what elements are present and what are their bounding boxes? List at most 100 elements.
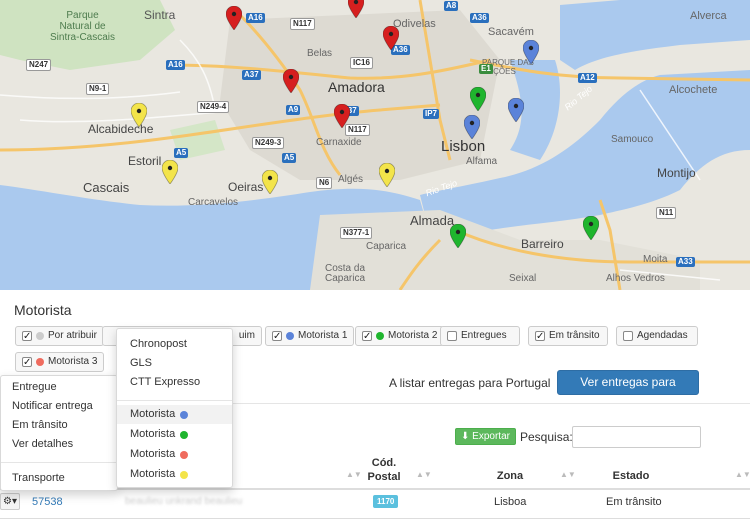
filter-motorista-3[interactable]: Motorista 3	[15, 352, 105, 372]
blue-map-pin-icon[interactable]	[464, 115, 480, 139]
filter-label: Por atribuir	[48, 330, 97, 341]
customer-name-blurred: beaulieu unkrand beaulieu	[125, 496, 243, 507]
filter-label: Motorista 3	[48, 356, 98, 367]
driver-label: Motorista	[130, 428, 176, 440]
export-button[interactable]: ⬇ Exportar	[455, 428, 516, 445]
submenu-item-chronopost[interactable]: Chronopost	[117, 335, 232, 354]
road-shield-n11: N11	[656, 207, 677, 219]
ver-espanha-button[interactable]: Ver entregas para Espanha	[557, 370, 699, 412]
filter-agendadas[interactable]: Agendadas	[616, 326, 698, 346]
green-map-pin-icon[interactable]	[450, 224, 466, 248]
menu-divider	[1, 462, 117, 463]
map-label-alcochete: Alcochete	[669, 84, 718, 96]
red-dot-icon	[180, 450, 189, 459]
yellow-map-pin-icon[interactable]	[162, 160, 178, 184]
map-label-lisbon: Lisbon	[441, 138, 486, 155]
sort-icon[interactable]: ▲▼	[735, 470, 750, 479]
map-label-amadora: Amadora	[328, 79, 385, 95]
checkbox[interactable]	[22, 354, 32, 372]
red-dot-icon	[36, 358, 44, 366]
filter-label: Motorista 1	[298, 330, 348, 341]
map-label-oeiras: Oeiras	[228, 180, 264, 194]
menu-divider	[117, 400, 232, 401]
menu-item-transporte[interactable]: Transporte	[1, 469, 117, 488]
map-label-belas: Belas	[307, 48, 333, 59]
column-header-zona[interactable]: Zona	[480, 470, 540, 482]
submenu-item-gls[interactable]: GLS	[117, 354, 232, 373]
filter-motorista-1[interactable]: Motorista 1	[265, 326, 355, 346]
road-shield-a8: A8	[444, 1, 459, 11]
blue-map-pin-icon[interactable]	[523, 40, 539, 64]
submenu-item-ctt[interactable]: CTT Expresso	[117, 373, 232, 392]
zona-cell: Lisboa	[494, 496, 527, 508]
green-map-pin-icon[interactable]	[583, 216, 599, 240]
delivery-id-link[interactable]: 57538	[32, 496, 63, 508]
map-label-montijo: Montijo	[657, 166, 696, 180]
map-label-sintra: Sintra	[144, 8, 176, 22]
red-map-pin-icon[interactable]	[334, 104, 350, 128]
road-shield-n117: N117	[290, 18, 315, 30]
green-dot-icon	[376, 332, 384, 340]
menu-item-ver-detalhes[interactable]: Ver detalhes	[1, 435, 117, 454]
red-map-pin-icon[interactable]	[226, 6, 242, 30]
map-label-sacavem: Sacavém	[488, 26, 534, 38]
row-actions-button[interactable]: ⚙▾	[0, 493, 20, 510]
filter-label: Motorista 2	[388, 330, 438, 341]
checkbox[interactable]	[362, 328, 372, 346]
green-map-pin-icon[interactable]	[470, 87, 486, 111]
red-map-pin-icon[interactable]	[383, 26, 399, 50]
filter-por-atribuir[interactable]: Por atribuir	[15, 326, 104, 346]
panel-title: Motorista	[14, 302, 72, 318]
blue-dot-icon	[180, 410, 189, 419]
road-shield-n6: N6	[316, 177, 333, 189]
grey-dot-icon	[36, 332, 44, 340]
column-header-cod-postal[interactable]: Cód. Postal	[360, 456, 408, 484]
yellow-dot-icon	[180, 470, 189, 479]
filter-label: uim	[238, 330, 255, 341]
blue-map-pin-icon[interactable]	[508, 98, 524, 122]
map-label-almada: Almada	[410, 213, 455, 228]
yellow-map-pin-icon[interactable]	[379, 163, 395, 187]
red-map-pin-icon[interactable]	[348, 0, 364, 18]
filter-em-transito[interactable]: Em trânsito	[528, 326, 608, 346]
menu-item-entregue[interactable]: Entregue	[1, 378, 117, 397]
filter-entregues[interactable]: Entregues	[440, 326, 520, 346]
red-map-pin-icon[interactable]	[283, 69, 299, 93]
sort-icon[interactable]: ▲▼	[346, 470, 362, 479]
yellow-map-pin-icon[interactable]	[262, 170, 278, 194]
map-label-estoril: Estoril	[128, 154, 162, 168]
download-icon: ⬇	[461, 431, 470, 442]
submenu-item-motorista-yellow[interactable]: Motorista	[117, 465, 232, 484]
filter-motorista-2[interactable]: Motorista 2	[355, 326, 445, 346]
checkbox[interactable]	[22, 328, 32, 346]
checkbox[interactable]	[623, 331, 633, 341]
road-shield-n377: N377-1	[340, 227, 373, 239]
filter-label: Entregues	[461, 330, 507, 341]
column-header-estado[interactable]: Estado	[596, 470, 666, 482]
road-shield-n249-3: N249-3	[252, 137, 285, 149]
sort-icon[interactable]: ▲▼	[560, 470, 576, 479]
submenu-item-motorista-green[interactable]: Motorista	[117, 425, 232, 444]
sort-icon[interactable]: ▲▼	[416, 470, 432, 479]
driver-label: Motorista	[130, 448, 176, 460]
search-input[interactable]	[572, 426, 701, 448]
map-label-samouco: Samouco	[611, 134, 654, 145]
map-label-carcavelos: Carcavelos	[188, 197, 239, 208]
checkbox[interactable]	[535, 328, 545, 346]
checkbox[interactable]	[272, 328, 282, 346]
delivery-map[interactable]: Sintra Parque Natural de Sintra-Cascais …	[0, 0, 750, 290]
road-shield-n9: N9-1	[86, 83, 110, 95]
map-label-alges: Algés	[338, 174, 364, 185]
road-shield-n247: N247	[26, 59, 52, 71]
map-label-alhos-vedros: Alhos Vedros	[606, 273, 665, 284]
map-label-costa: Costa da Caparica	[325, 263, 366, 284]
map-label-alverca: Alverca	[690, 10, 727, 22]
menu-item-em-transito[interactable]: Em trânsito	[1, 416, 117, 435]
submenu-item-motorista-blue[interactable]: Motorista	[117, 405, 232, 424]
submenu-item-motorista-red[interactable]: Motorista	[117, 445, 232, 464]
row-separator	[0, 518, 750, 519]
transporte-submenu: Chronopost GLS CTT Expresso Motorista Mo…	[116, 328, 233, 488]
yellow-map-pin-icon[interactable]	[131, 103, 147, 127]
checkbox[interactable]	[447, 331, 457, 341]
menu-item-notificar[interactable]: Notificar entrega	[1, 397, 117, 416]
